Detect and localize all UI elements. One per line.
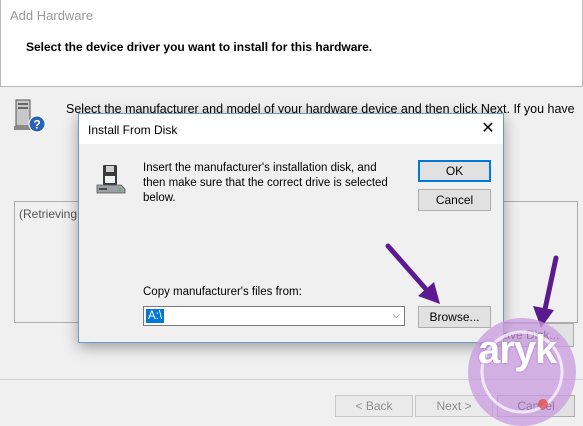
dialog-cancel-button[interactable]: Cancel — [418, 189, 491, 211]
copy-from-label: Copy manufacturer's files from: — [143, 286, 302, 298]
copy-from-value[interactable]: A:\ — [146, 309, 165, 323]
svg-text:?: ? — [33, 118, 40, 132]
dialog-titlebar: Install From Disk ✕ — [79, 114, 503, 144]
dialog-message: Insert the manufacturer's installation d… — [143, 162, 388, 204]
close-icon[interactable]: ✕ — [473, 114, 503, 144]
wizard-cancel-button[interactable]: Cancel — [497, 395, 575, 417]
install-from-disk-dialog: Install From Disk ✕ Insert the manufactu… — [78, 113, 504, 343]
wizard-heading: Select the device driver you want to ins… — [26, 40, 373, 54]
dialog-title: Install From Disk — [88, 123, 178, 137]
window-title: Add Hardware — [10, 8, 94, 23]
ok-button[interactable]: OK — [418, 160, 491, 182]
browse-button[interactable]: Browse... — [418, 306, 491, 328]
back-button[interactable]: < Back — [335, 395, 413, 417]
hardware-help-icon: ? — [14, 99, 46, 133]
wizard-separator — [0, 379, 583, 380]
next-button[interactable]: Next > — [415, 395, 493, 417]
copy-from-combobox[interactable]: A:\ ⌵ — [143, 306, 405, 326]
floppy-disk-icon — [96, 165, 126, 194]
dropdown-arrow-icon[interactable]: ⌵ — [392, 310, 400, 321]
wizard-header: Add Hardware Select the device driver yo… — [0, 0, 583, 87]
